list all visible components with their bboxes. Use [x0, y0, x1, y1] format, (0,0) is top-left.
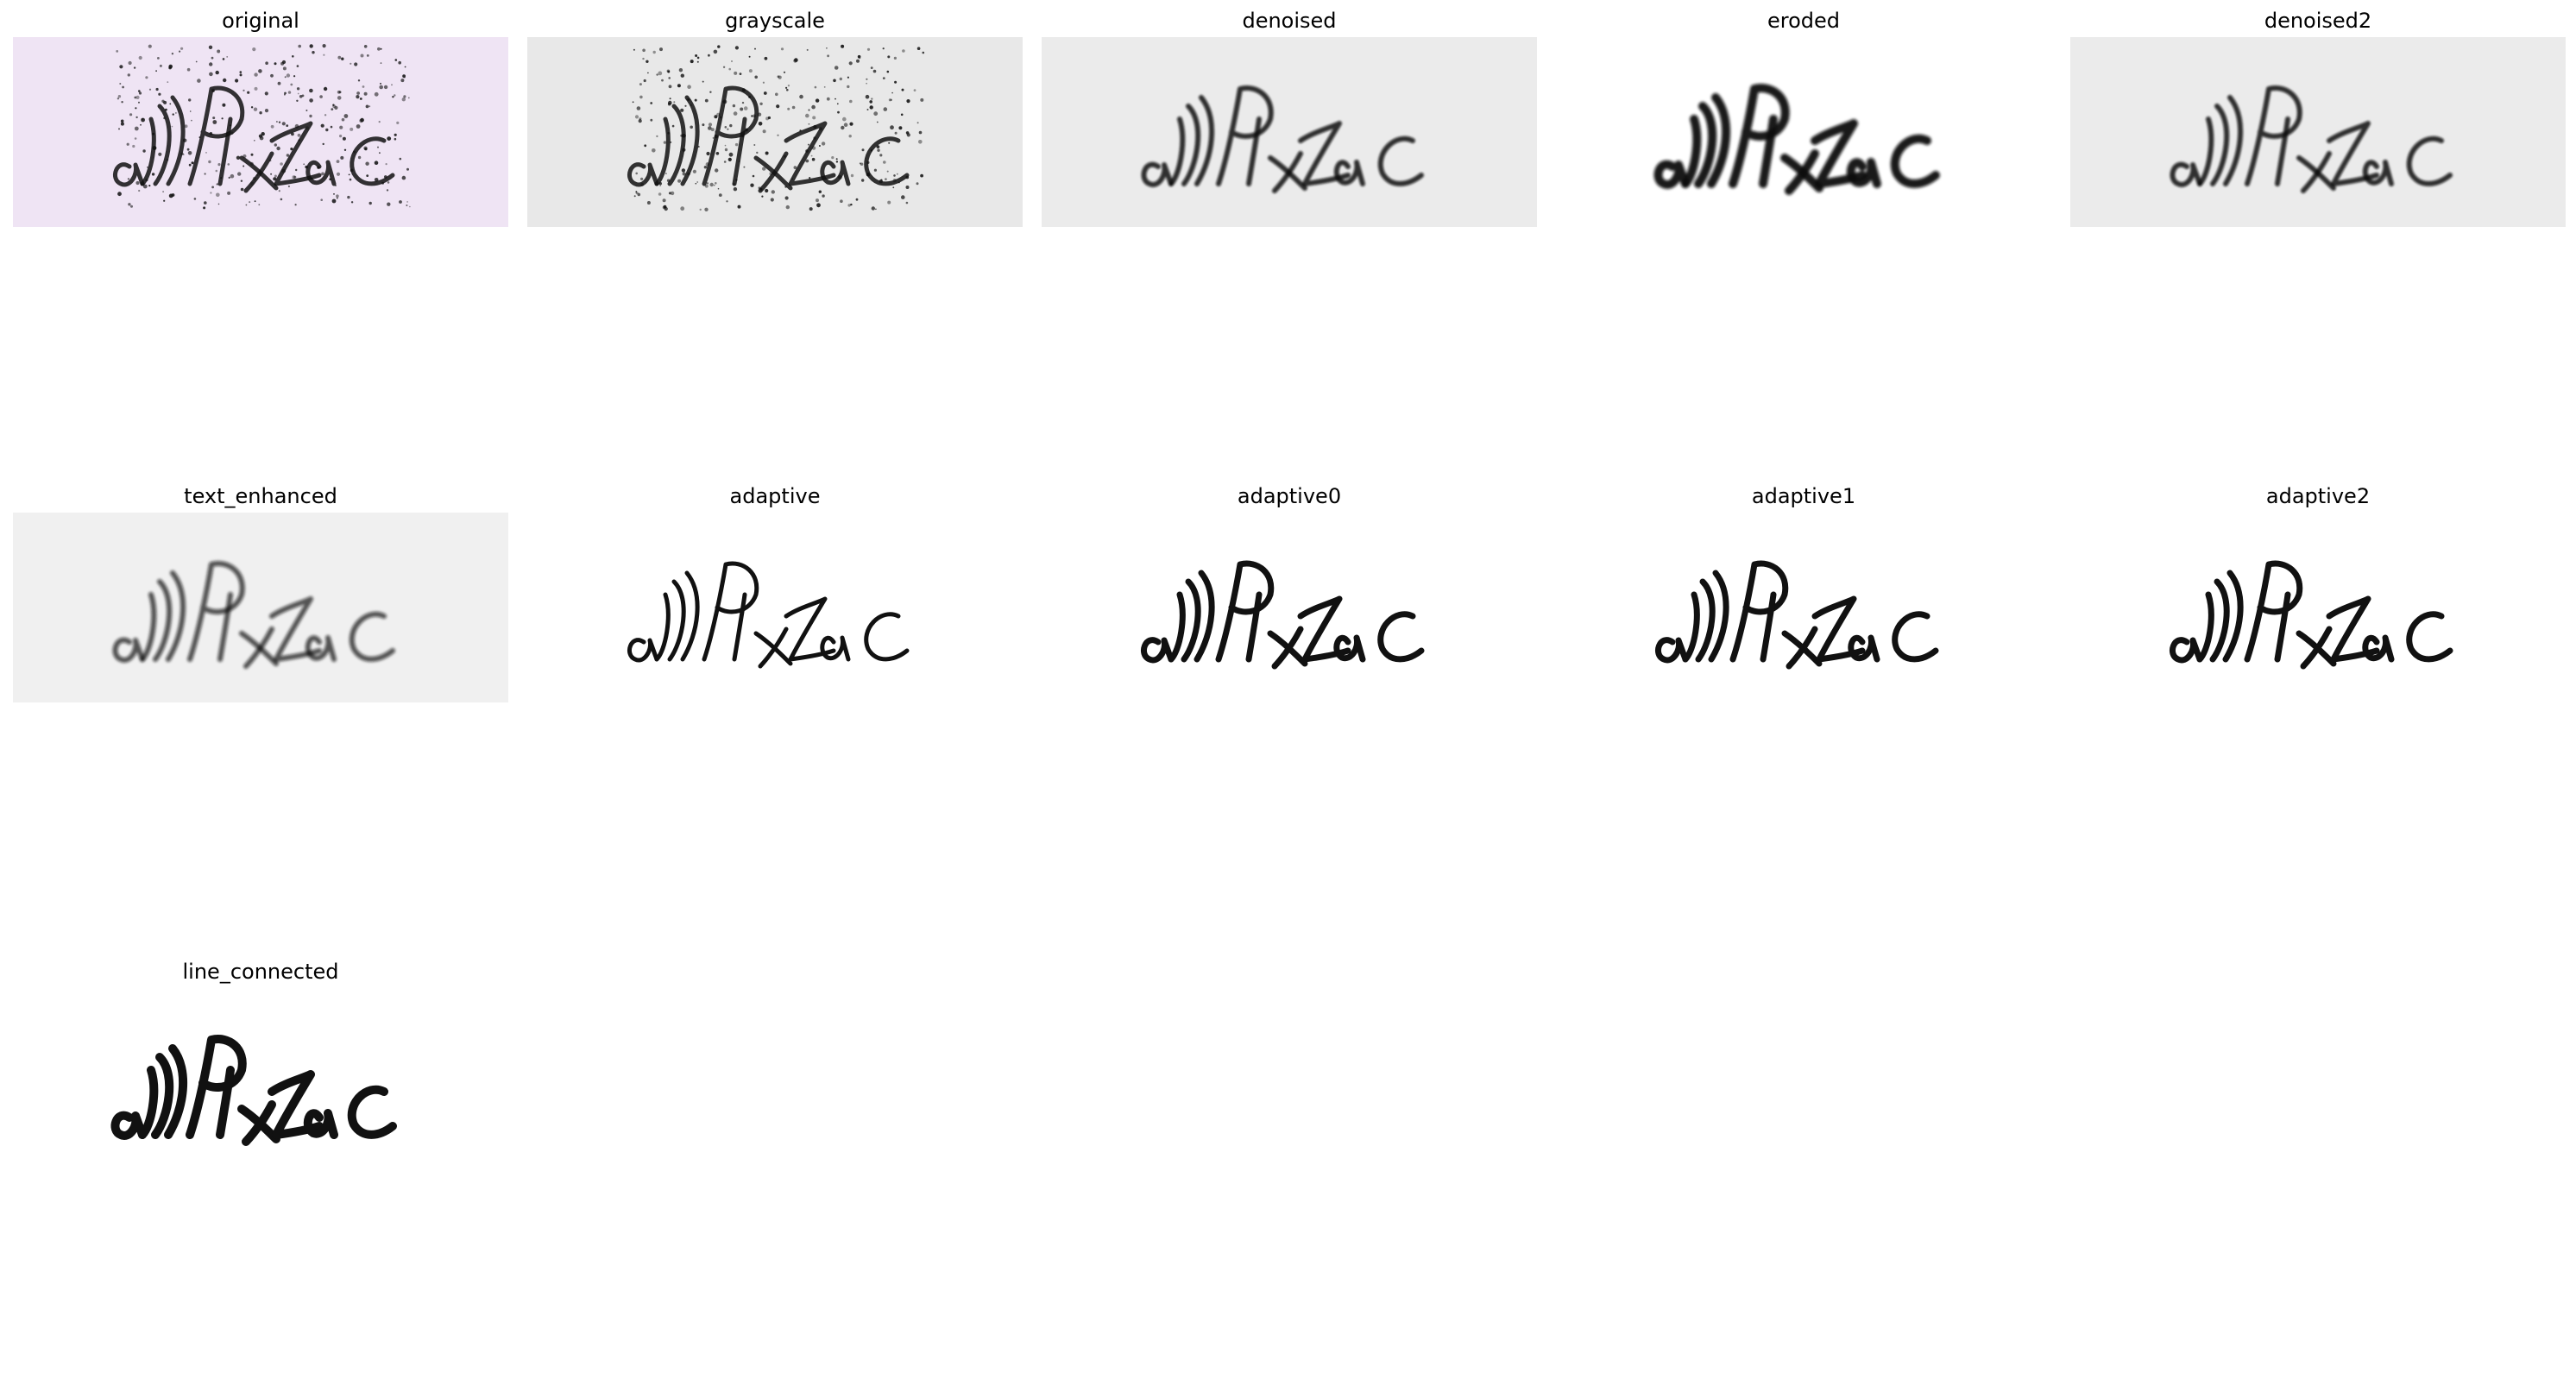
captcha-image — [1042, 513, 1537, 702]
panel-title: eroded — [1767, 9, 1841, 33]
captcha-image — [13, 988, 508, 1178]
panel-title: denoised2 — [2264, 9, 2372, 33]
panel-title: adaptive — [729, 484, 821, 508]
captcha-image — [1556, 37, 2051, 227]
captcha-image — [1042, 37, 1537, 227]
captcha-image — [527, 37, 1023, 227]
captcha-image — [2070, 37, 2566, 227]
captcha-image — [13, 37, 508, 227]
panel-title: adaptive0 — [1237, 484, 1342, 508]
captcha-image — [13, 513, 508, 702]
panel-title: adaptive1 — [1751, 484, 1856, 508]
captcha-image — [527, 513, 1023, 702]
panel-title: original — [222, 9, 299, 33]
captcha-image — [2070, 513, 2566, 702]
captcha-image — [1556, 513, 2051, 702]
panel-title: denoised — [1242, 9, 1337, 33]
panel-title: adaptive2 — [2265, 484, 2371, 508]
panel-title: line_connected — [182, 960, 339, 984]
panel-title: text_enhanced — [184, 484, 337, 508]
panel-title: grayscale — [725, 9, 825, 33]
